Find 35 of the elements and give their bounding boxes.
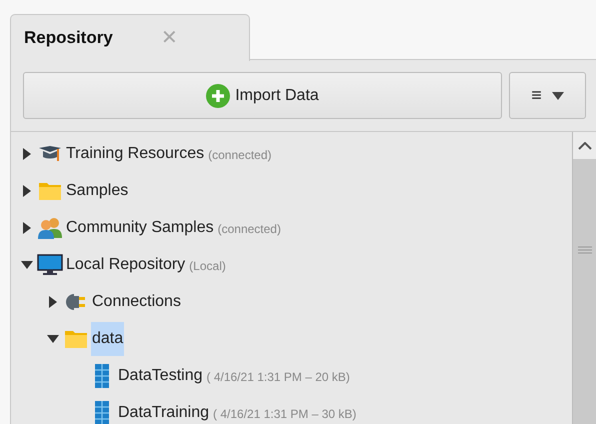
folder-icon xyxy=(38,180,62,200)
tree-item-label[interactable]: data xyxy=(91,322,124,356)
collapse-arrow-icon[interactable] xyxy=(21,260,33,268)
caret-icon xyxy=(552,92,564,100)
tree-item-label[interactable]: Samples xyxy=(65,174,130,208)
scrollbar[interactable] xyxy=(572,132,596,424)
plug-icon xyxy=(64,292,88,310)
expand-arrow-icon[interactable] xyxy=(49,296,57,308)
folder-icon xyxy=(64,328,88,348)
item-status: (connected) xyxy=(218,221,281,238)
menu-button[interactable]: ≡ xyxy=(509,72,586,119)
table-icon xyxy=(95,364,109,388)
expand-arrow-icon[interactable] xyxy=(23,148,31,160)
item-status: ( 4/16/21 1:31 PM – 20 kB) xyxy=(206,369,350,386)
hat-icon xyxy=(38,144,62,162)
tree-item-label[interactable]: Community Samples xyxy=(65,210,215,244)
collapse-arrow-icon[interactable] xyxy=(47,334,59,342)
tree-item-label[interactable]: Connections xyxy=(91,284,182,318)
item-status: ( 4/16/21 1:31 PM – 30 kB) xyxy=(213,406,356,423)
tree-item-label[interactable]: Local Repository xyxy=(65,248,186,282)
tree-item-label[interactable]: Training Resources xyxy=(65,136,206,170)
expand-arrow-icon[interactable] xyxy=(23,222,31,234)
grip-icon xyxy=(578,246,592,254)
tree-item-label[interactable]: DataTraining xyxy=(117,396,210,424)
repository-tab[interactable]: Repository ✕ xyxy=(10,14,250,61)
table-icon xyxy=(95,400,109,424)
item-status: (Local) xyxy=(189,258,226,275)
monitor-icon xyxy=(37,254,63,276)
item-status: (connected) xyxy=(208,147,272,164)
plus-icon xyxy=(206,84,230,108)
scroll-up-icon[interactable] xyxy=(578,142,592,150)
import-data-button[interactable]: Import Data xyxy=(23,72,502,119)
tree-item-label[interactable]: DataTesting xyxy=(117,358,204,392)
expand-arrow-icon[interactable] xyxy=(23,184,31,196)
people-icon xyxy=(37,216,63,238)
